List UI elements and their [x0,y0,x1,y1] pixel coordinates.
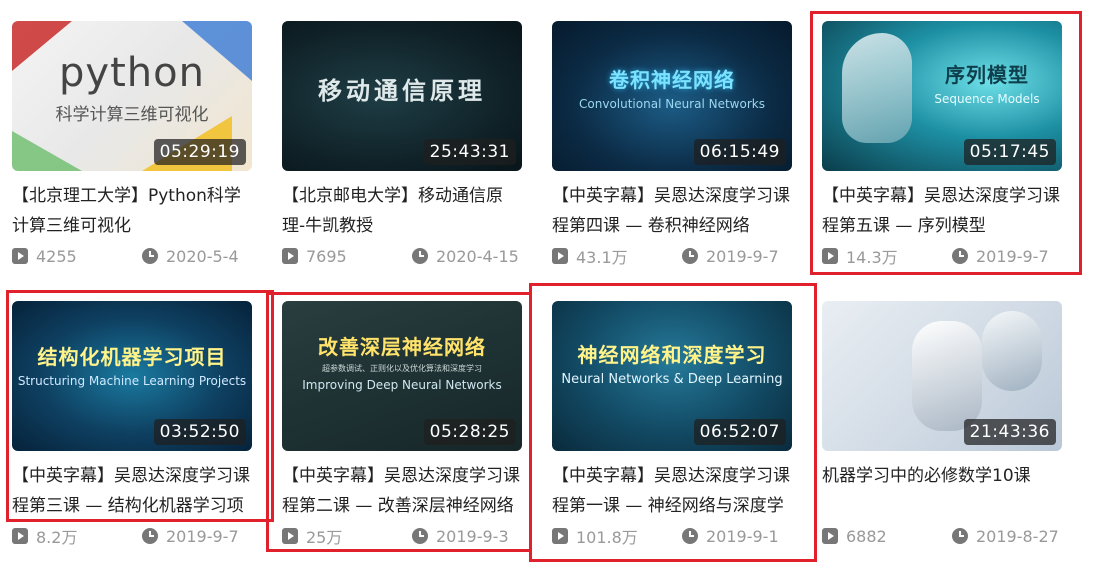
play-icon [282,248,298,264]
play-icon [12,528,28,544]
duration-badge: 06:15:49 [693,139,786,165]
thumbnail-subtitle: Neural Networks & Deep Learning [561,372,783,387]
video-thumbnail[interactable]: 改善深层神经网络 超参数调试、正则化以及优化算法和深度学习 Improving … [282,301,522,451]
video-meta: 14.3万 2019-9-7 [822,243,1062,269]
play-icon [282,528,298,544]
clock-icon [412,528,428,544]
thumbnail-title: 改善深层神经网络 [318,334,486,359]
video-thumbnail[interactable]: 移动通信原理 25:43:31 [282,21,522,171]
video-meta: 43.1万 2019-9-7 [552,243,792,269]
video-title[interactable]: 【中英字幕】吴恩达深度学习课程第四课 — 卷积神经网络 [552,181,792,241]
view-count: 43.1万 [576,248,628,267]
publish-date: 2019-8-27 [976,526,1059,546]
video-meta: 8.2万 2019-9-7 [12,523,252,549]
video-title[interactable]: 【北京理工大学】Python科学计算三维可视化 [12,181,252,241]
video-thumbnail[interactable]: 神经网络和深度学习 Neural Networks & Deep Learnin… [552,301,792,451]
view-count: 25万 [306,528,343,547]
clock-icon [412,248,428,264]
video-title[interactable]: 【中英字幕】吴恩达深度学习课程第二课 — 改善深层神经网络 [282,461,522,521]
duration-badge: 05:28:25 [423,419,516,445]
clock-icon [142,528,158,544]
clock-icon [682,248,698,264]
play-icon [552,528,568,544]
video-title[interactable]: 机器学习中的必修数学10课 [822,461,1062,521]
robot-image [982,311,1042,391]
clock-icon [142,248,158,264]
view-count: 14.3万 [846,248,898,267]
duration-badge: 05:17:45 [963,139,1056,165]
video-meta: 7695 2020-4-15 [282,243,522,269]
video-meta: 6882 2019-8-27 [822,523,1062,549]
thumbnail-title: python [59,49,205,96]
publish-date: 2019-9-7 [706,246,779,266]
clock-icon [952,528,968,544]
thumbnail-title: 移动通信原理 [318,76,486,105]
thumbnail-subtitle: Sequence Models [934,91,1040,106]
play-icon [12,248,28,264]
video-card[interactable]: 移动通信原理 25:43:31 【北京邮电大学】移动通信原理-牛凯教授 7695… [282,21,522,269]
view-count: 101.8万 [576,528,638,547]
video-card[interactable]: 21:43:36 机器学习中的必修数学10课 6882 2019-8-27 [822,301,1062,549]
video-card[interactable]: 神经网络和深度学习 Neural Networks & Deep Learnin… [552,301,792,549]
view-count: 8.2万 [36,528,78,547]
thumbnail-subtitle: Improving Deep Neural Networks [302,377,502,392]
video-title[interactable]: 【中英字幕】吴恩达深度学习课程第三课 — 结构化机器学习项目 [12,461,252,521]
thumbnail-title: 序列模型 [945,62,1029,87]
play-icon [552,248,568,264]
thumbnail-title: 卷积神经网络 [609,67,735,92]
clock-icon [952,248,968,264]
view-count: 7695 [306,246,347,266]
thumbnail-subtitle: 科学计算三维可视化 [55,104,209,125]
video-thumbnail[interactable]: 卷积神经网络 Convolutional Neural Networks 06:… [552,21,792,171]
publish-date: 2020-4-15 [436,246,519,266]
video-thumbnail[interactable]: 序列模型 Sequence Models 05:17:45 [822,21,1062,171]
publish-date: 2019-9-7 [166,526,239,546]
duration-badge: 21:43:36 [963,419,1056,445]
video-card[interactable]: 序列模型 Sequence Models 05:17:45 【中英字幕】吴恩达深… [822,21,1062,269]
thumbnail-title: 结构化机器学习项目 [37,344,227,369]
duration-badge: 06:52:07 [693,419,786,445]
thumbnail-title: 神经网络和深度学习 [577,343,767,367]
duration-badge: 05:29:19 [153,139,246,165]
video-card[interactable]: 卷积神经网络 Convolutional Neural Networks 06:… [552,21,792,269]
publish-date: 2019-9-7 [976,246,1049,266]
decorative-shape [12,131,82,171]
video-title[interactable]: 【北京邮电大学】移动通信原理-牛凯教授 [282,181,522,241]
video-card[interactable]: 改善深层神经网络 超参数调试、正则化以及优化算法和深度学习 Improving … [282,301,522,549]
thumbnail-caption: 超参数调试、正则化以及优化算法和深度学习 [322,363,482,373]
video-thumbnail[interactable]: python 科学计算三维可视化 05:29:19 [12,21,252,171]
video-title[interactable]: 【中英字幕】吴恩达深度学习课程第五课 — 序列模型 [822,181,1062,241]
play-icon [822,528,838,544]
video-meta: 25万 2019-9-3 [282,523,522,549]
publish-date: 2020-5-4 [166,246,239,266]
video-card[interactable]: python 科学计算三维可视化 05:29:19 【北京理工大学】Python… [12,21,252,269]
duration-badge: 25:43:31 [423,139,516,165]
duration-badge: 03:52:50 [153,419,246,445]
robot-head-image [842,33,912,143]
play-icon [822,248,838,264]
thumbnail-subtitle: Structuring Machine Learning Projects [17,373,247,388]
clock-icon [682,528,698,544]
thumbnail-subtitle: Convolutional Neural Networks [579,96,765,111]
video-card[interactable]: 结构化机器学习项目 Structuring Machine Learning P… [12,301,252,549]
robot-image [912,321,982,431]
video-thumbnail[interactable]: 21:43:36 [822,301,1062,451]
publish-date: 2019-9-3 [436,526,509,546]
view-count: 4255 [36,246,77,266]
video-title[interactable]: 【中英字幕】吴恩达深度学习课程第一课 — 神经网络与深度学习 [552,461,792,521]
view-count: 6882 [846,526,887,546]
video-meta: 4255 2020-5-4 [12,243,252,269]
video-thumbnail[interactable]: 结构化机器学习项目 Structuring Machine Learning P… [12,301,252,451]
video-meta: 101.8万 2019-9-1 [552,523,792,549]
publish-date: 2019-9-1 [706,526,779,546]
